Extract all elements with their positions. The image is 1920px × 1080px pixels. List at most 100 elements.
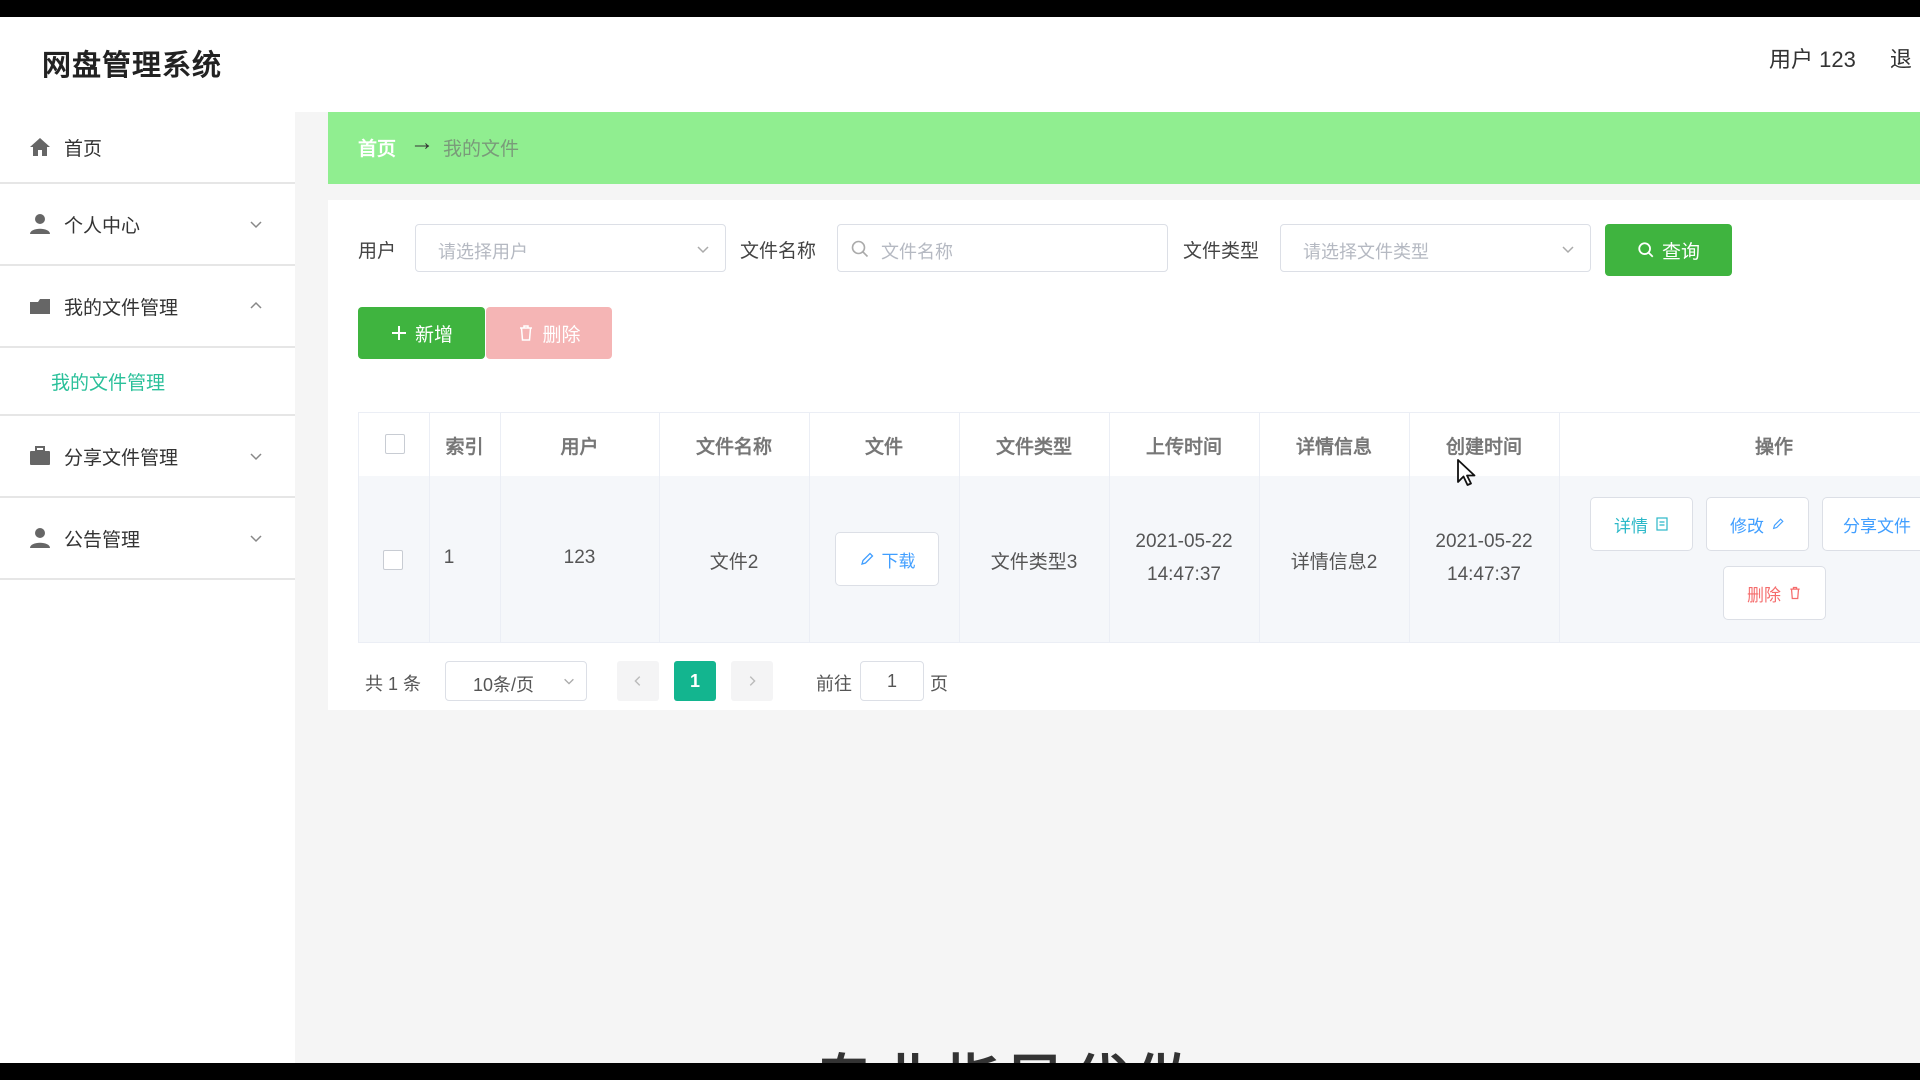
current-user-label: 用户 123	[1769, 47, 1856, 72]
cell-user: 123	[563, 547, 596, 568]
mouse-cursor-icon	[1457, 459, 1476, 486]
breadcrumb-separator: →	[410, 129, 434, 156]
query-button[interactable]: 查询	[1605, 224, 1732, 276]
goto-suffix: 页	[930, 674, 948, 694]
plus-icon	[391, 326, 406, 340]
cell-details: 详情信息2	[1290, 552, 1378, 573]
edit-button-label: 修改	[1730, 516, 1764, 536]
query-button-label: 查询	[1661, 241, 1700, 263]
sidebar-item-profile[interactable]: 个人中心	[0, 184, 295, 266]
download-button[interactable]: 下载	[835, 532, 939, 586]
document-icon	[1656, 517, 1668, 531]
files-table: 索引 用户 文件名称 文件 文件类型 上传时间 详情信息 创建时间 操作 1 1…	[358, 412, 1920, 643]
detail-button[interactable]: 详情	[1590, 497, 1693, 551]
cell-created-date: 2021-05-22	[1435, 531, 1533, 552]
home-icon	[30, 138, 50, 156]
user-info: 用户 123 退	[1769, 42, 1920, 74]
cell-file-type: 文件类型3	[990, 552, 1078, 573]
download-button-label: 下载	[881, 551, 916, 571]
chevron-down-icon	[250, 535, 262, 543]
cell-upload-time: 14:47:37	[1147, 564, 1221, 585]
sidebar-item-home[interactable]: 首页	[0, 112, 295, 184]
app-title: 网盘管理系统	[42, 50, 223, 82]
folder-icon	[30, 299, 50, 314]
sidebar-item-label: 我的文件管理	[64, 297, 179, 319]
delete-row-button[interactable]: 删除	[1723, 566, 1826, 620]
user-select[interactable]: 请选择用户	[415, 224, 726, 272]
chevron-down-icon	[564, 678, 574, 685]
next-page-button[interactable]	[731, 661, 773, 701]
add-button-label: 新增	[414, 324, 453, 346]
delete-row-button-label: 删除	[1747, 585, 1781, 605]
sidebar-subitem-label: 我的文件管理	[51, 372, 166, 394]
breadcrumb: 首页 → 我的文件	[328, 112, 1920, 184]
sidebar-subitem-my-files[interactable]: 我的文件管理	[0, 348, 295, 416]
sidebar-item-label: 公告管理	[64, 529, 141, 551]
cell-upload-date: 2021-05-22	[1135, 531, 1233, 552]
column-header-file-type: 文件类型	[995, 437, 1072, 458]
share-file-button-label: 分享文件	[1843, 516, 1911, 536]
column-header-details: 详情信息	[1295, 437, 1372, 458]
column-header-upload-time: 上传时间	[1145, 437, 1222, 458]
file-name-filter-label: 文件名称	[740, 241, 817, 262]
user-icon	[30, 528, 50, 548]
trash-icon	[520, 325, 533, 341]
column-header-file-name: 文件名称	[695, 437, 772, 458]
column-header-user: 用户	[560, 437, 599, 458]
breadcrumb-home-link[interactable]: 首页	[358, 134, 396, 161]
sidebar-item-shared-files[interactable]: 分享文件管理	[0, 416, 295, 498]
chevron-down-icon	[250, 453, 262, 461]
select-all-checkbox[interactable]	[385, 434, 405, 454]
goto-prefix: 前往	[816, 674, 852, 694]
search-icon	[1638, 242, 1654, 258]
column-header-created-time: 创建时间	[1445, 437, 1522, 458]
row-checkbox[interactable]	[383, 550, 403, 570]
file-type-filter-label: 文件类型	[1183, 241, 1260, 262]
main-panel: 用户 请选择用户 文件名称 文件名称 文件类型 请选择文件类型 查询 新增 删除	[328, 200, 1920, 710]
user-select-placeholder: 请选择用户	[438, 242, 528, 262]
file-name-input[interactable]: 文件名称	[837, 224, 1168, 272]
prev-page-button[interactable]	[617, 661, 659, 701]
chevron-down-icon	[1562, 246, 1574, 254]
sidebar: 首页 个人中心 我的文件管理 我的文件管理 分享文件管理 公告管理	[0, 112, 295, 1063]
cell-file-name: 文件2	[709, 552, 759, 573]
cell-created-time: 14:47:37	[1447, 564, 1521, 585]
file-type-placeholder: 请选择文件类型	[1303, 242, 1429, 262]
page-size-select[interactable]: 10条/页	[445, 661, 587, 701]
briefcase-icon	[30, 446, 50, 465]
page-number-current[interactable]: 1	[674, 661, 716, 701]
batch-delete-button[interactable]: 删除	[486, 307, 612, 359]
chevron-left-icon	[634, 676, 641, 686]
goto-page-input[interactable]: 1	[860, 661, 924, 701]
add-button[interactable]: 新增	[358, 307, 485, 359]
app-screen: 网盘管理系统 用户 123 退 首页 个人中心 我的文件管理 我的文件管理 分享文…	[0, 17, 1920, 1063]
sidebar-item-label: 首页	[64, 138, 103, 160]
cell-index: 1	[443, 547, 455, 568]
edit-button[interactable]: 修改	[1706, 497, 1809, 551]
share-file-button[interactable]: 分享文件	[1822, 497, 1920, 551]
user-filter-label: 用户	[358, 241, 397, 262]
video-caption: 专业指导代做	[815, 1035, 1199, 1063]
file-type-select[interactable]: 请选择文件类型	[1280, 224, 1591, 272]
sidebar-item-announcements[interactable]: 公告管理	[0, 498, 295, 580]
column-header-index: 索引	[445, 437, 484, 458]
sidebar-item-label: 分享文件管理	[64, 447, 179, 469]
sidebar-item-my-files[interactable]: 我的文件管理	[0, 266, 295, 348]
top-header: 网盘管理系统 用户 123 退	[0, 17, 1920, 112]
chevron-up-icon	[250, 301, 262, 309]
breadcrumb-current: 我的文件	[443, 139, 520, 160]
user-icon	[30, 214, 50, 234]
edit-icon	[860, 552, 873, 565]
detail-button-label: 详情	[1614, 516, 1648, 536]
trash-icon	[1790, 586, 1800, 600]
pagination-total: 共 1 条	[365, 674, 422, 694]
sidebar-item-label: 个人中心	[64, 215, 141, 237]
batch-delete-button-label: 删除	[542, 324, 581, 346]
chevron-down-icon	[697, 246, 709, 254]
search-icon	[851, 240, 869, 258]
page-size-value: 10条/页	[473, 675, 535, 695]
edit-icon	[1772, 518, 1784, 530]
column-header-file: 文件	[864, 437, 903, 458]
chevron-down-icon	[250, 221, 262, 229]
logout-link[interactable]: 退	[1890, 47, 1912, 72]
